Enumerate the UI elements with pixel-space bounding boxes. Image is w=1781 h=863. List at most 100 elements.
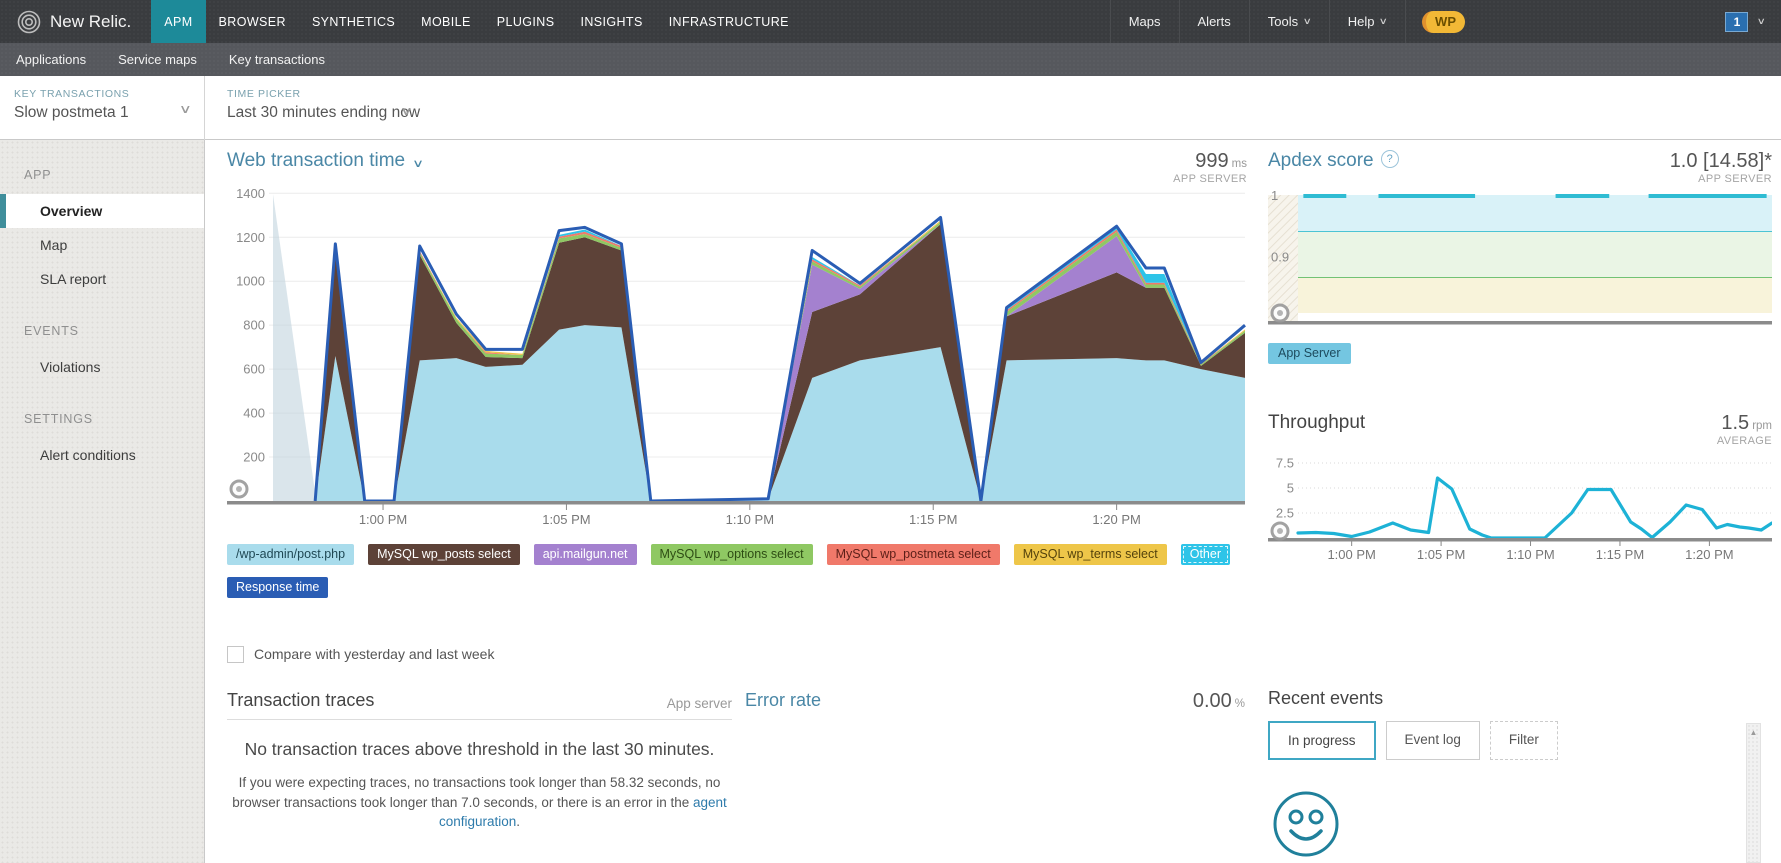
key-transactions-picker-label: KEY TRANSACTIONS — [14, 88, 204, 100]
chevron-down-icon: ∨ — [1303, 16, 1312, 27]
svg-text:1:05 PM: 1:05 PM — [542, 512, 590, 527]
key-transactions-picker-value: Slow postmeta 1 — [14, 104, 204, 122]
tab-infrastructure[interactable]: INFRASTRUCTURE — [656, 0, 802, 43]
sidebar-item-alert-conditions[interactable]: Alert conditions — [0, 438, 204, 472]
error-rate-title: Error rate — [745, 690, 821, 711]
apdex-scope: APP SERVER — [1670, 173, 1772, 186]
svg-text:1200: 1200 — [236, 229, 265, 244]
vertical-scrollbar[interactable]: ▲ — [1746, 723, 1761, 863]
wtt-current-value: 999ms APP SERVER — [1173, 150, 1247, 186]
compare-checkbox[interactable] — [227, 646, 244, 663]
nav-maps[interactable]: Maps — [1110, 0, 1179, 43]
scroll-up-icon[interactable]: ▲ — [1747, 724, 1760, 737]
apdex-header: Apdex score ? 1.0 [14.58]* APP SERVER — [1268, 150, 1772, 186]
legend-mysql-wp-posts-select[interactable]: MySQL wp_posts select — [368, 544, 520, 565]
throughput-unit: rpm — [1752, 420, 1772, 432]
svg-text:1:15 PM: 1:15 PM — [1596, 547, 1644, 562]
recent-events-title: Recent events — [1268, 688, 1746, 709]
svg-text:7.5: 7.5 — [1276, 456, 1294, 471]
nav-help-label: Help — [1348, 14, 1375, 29]
nav-alerts[interactable]: Alerts — [1179, 0, 1249, 43]
chevron-down-icon[interactable]: ∨ — [1757, 16, 1766, 27]
recent-events-tab-in-progress[interactable]: In progress — [1268, 721, 1376, 760]
account-badge[interactable]: WP — [1422, 11, 1465, 33]
apm-sub-nav: Applications Service maps Key transactio… — [0, 43, 1781, 76]
wtt-legend-row: /wp-admin/post.php MySQL wp_posts select a… — [227, 544, 1247, 565]
primary-nav-tabs: APM BROWSER SYNTHETICS MOBILE PLUGINS IN… — [151, 0, 802, 43]
chevron-down-icon[interactable]: ∨ — [412, 157, 424, 170]
time-picker[interactable]: TIME PICKER Last 30 minutes ending now ∨ — [227, 88, 420, 122]
legend-api-mailgun-net[interactable]: api.mailgun.net — [534, 544, 637, 565]
sidebar-item-overview[interactable]: Overview — [0, 194, 204, 228]
svg-text:400: 400 — [243, 405, 265, 420]
tab-mobile[interactable]: MOBILE — [408, 0, 484, 43]
legend-response-time[interactable]: Response time — [227, 577, 328, 598]
sidebar-item-violations[interactable]: Violations — [0, 350, 204, 384]
sidebar-section-settings: SETTINGS — [24, 412, 204, 426]
tab-apm[interactable]: APM — [151, 0, 205, 43]
svg-text:1:20 PM: 1:20 PM — [1092, 512, 1140, 527]
nav-tools-label: Tools — [1268, 14, 1298, 29]
recent-events-status — [1268, 786, 1746, 862]
newrelic-logo[interactable]: New Relic. — [0, 9, 151, 35]
apdex-current-value: 1.0 [14.58]* APP SERVER — [1670, 150, 1772, 186]
chevron-down-icon: ∨ — [1379, 16, 1388, 27]
notification-area: 1 ∨ — [1725, 0, 1765, 43]
transaction-traces-tab-app-server[interactable]: App server — [667, 696, 732, 711]
legend-mysql-wp-options-select[interactable]: MySQL wp_options select — [651, 544, 813, 565]
tab-insights[interactable]: INSIGHTS — [567, 0, 655, 43]
help-icon[interactable]: ? — [1381, 150, 1399, 168]
nav-help[interactable]: Help ∨ — [1329, 0, 1405, 43]
compare-row: Compare with yesterday and last week — [227, 646, 1247, 663]
recent-events-tab-event-log[interactable]: Event log — [1386, 721, 1480, 760]
time-picker-value: Last 30 minutes ending now — [227, 104, 420, 122]
sidebar-item-sla-report[interactable]: SLA report — [0, 262, 204, 296]
legend-mysql-wp-terms-select[interactable]: MySQL wp_terms select — [1014, 544, 1167, 565]
tab-browser[interactable]: BROWSER — [206, 0, 299, 43]
throughput-current-value: 1.5rpm AVERAGE — [1717, 412, 1772, 448]
key-transactions-picker[interactable]: KEY TRANSACTIONS Slow postmeta 1 ∨ — [0, 76, 205, 140]
sidebar: APP Overview Map SLA report EVENTS Viola… — [0, 140, 205, 863]
wtt-title[interactable]: Web transaction time — [227, 150, 405, 172]
legend-mysql-wp-postmeta-select[interactable]: MySQL wp_postmeta select — [827, 544, 1000, 565]
error-rate-panel: Error rate 0.00% — [745, 690, 1245, 713]
nav-right-menu: Maps Alerts Tools ∨ Help ∨ WP — [1110, 0, 1481, 43]
wtt-unit: ms — [1232, 158, 1247, 170]
error-rate-value: 0.00 — [1193, 690, 1232, 712]
throughput-chart[interactable]: 2.557.51:00 PM1:05 PM1:10 PM1:15 PM1:20 … — [1268, 449, 1772, 563]
apdex-legend-app-server[interactable]: App Server — [1268, 343, 1351, 364]
apdex-title: Apdex score — [1268, 150, 1374, 172]
svg-text:5: 5 — [1287, 481, 1294, 496]
apdex-chart[interactable]: 10.9 — [1268, 190, 1772, 330]
svg-text:2.5: 2.5 — [1276, 506, 1294, 521]
header-row: KEY TRANSACTIONS Slow postmeta 1 ∨ TIME … — [0, 76, 1781, 140]
svg-text:1:05 PM: 1:05 PM — [1417, 547, 1465, 562]
tab-synthetics[interactable]: SYNTHETICS — [299, 0, 408, 43]
svg-text:600: 600 — [243, 361, 265, 376]
brand-name: New Relic. — [50, 12, 131, 32]
transaction-traces-message: No transaction traces above threshold in… — [227, 736, 732, 763]
nav-tools[interactable]: Tools ∨ — [1249, 0, 1329, 43]
wtt-legend-row-2: Response time — [227, 577, 1247, 598]
notification-count-badge[interactable]: 1 — [1725, 12, 1748, 32]
nav-maps-label: Maps — [1129, 14, 1161, 29]
account-badge-wrap: WP — [1405, 0, 1481, 43]
web-transaction-time-panel: Web transaction time ∨ 999ms APP SERVER … — [227, 150, 1247, 663]
throughput-title: Throughput — [1268, 412, 1365, 434]
legend-other[interactable]: Other — [1181, 544, 1230, 565]
svg-text:1:00 PM: 1:00 PM — [359, 512, 407, 527]
legend--wp-admin-post-php[interactable]: /wp-admin/post.php — [227, 544, 354, 565]
error-rate-value-wrap: 0.00% — [1193, 690, 1245, 713]
sidebar-section-events: EVENTS — [24, 324, 204, 338]
web-transaction-time-chart[interactable]: 2004006008001000120014001:00 PM1:05 PM1:… — [227, 186, 1247, 534]
compare-label: Compare with yesterday and last week — [254, 646, 494, 662]
subnav-service-maps[interactable]: Service maps — [102, 52, 213, 67]
tab-plugins[interactable]: PLUGINS — [484, 0, 568, 43]
svg-text:200: 200 — [243, 449, 265, 464]
subnav-applications[interactable]: Applications — [0, 52, 102, 67]
right-column: Apdex score ? 1.0 [14.58]* APP SERVER 10… — [1268, 150, 1772, 563]
sidebar-item-map[interactable]: Map — [0, 228, 204, 262]
recent-events-tab-filter[interactable]: Filter — [1490, 721, 1558, 760]
apdex-value: 1.0 [14.58]* — [1670, 150, 1772, 172]
subnav-key-transactions[interactable]: Key transactions — [213, 52, 341, 67]
